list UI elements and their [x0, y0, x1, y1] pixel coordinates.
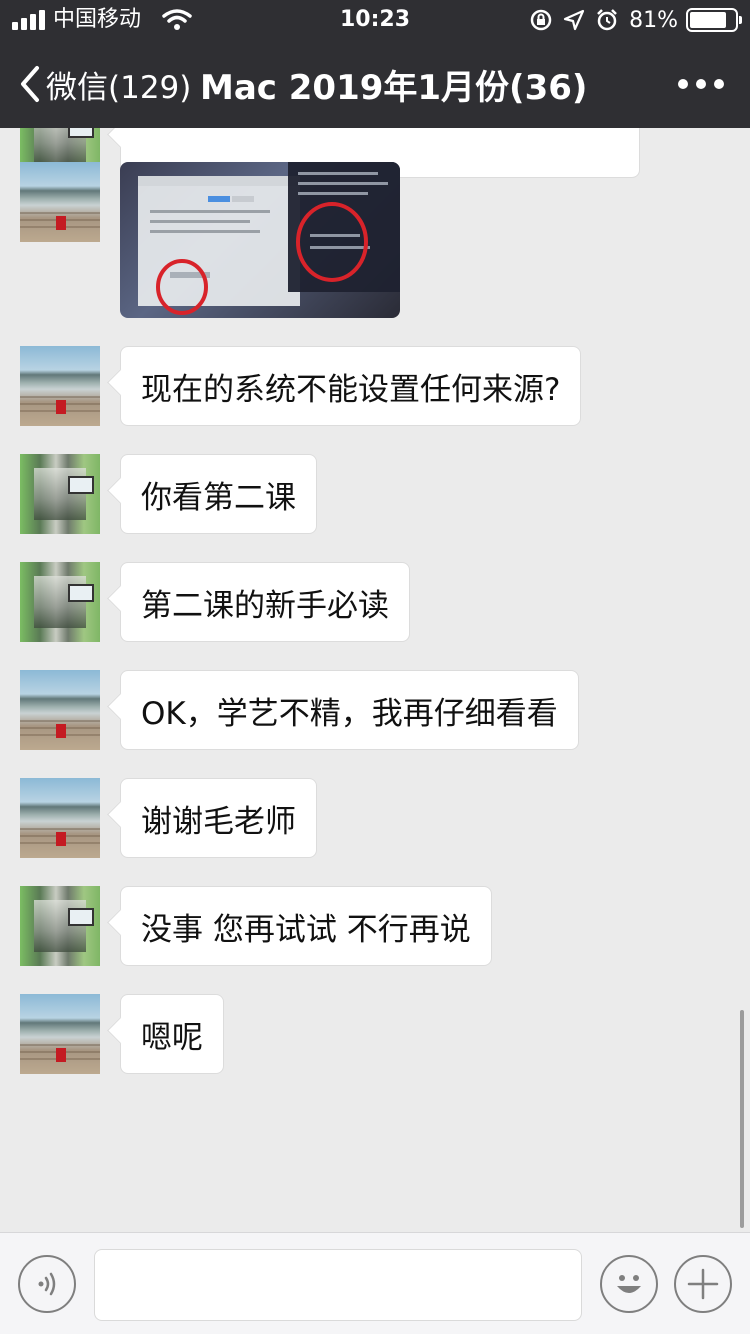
- message-input[interactable]: [94, 1249, 582, 1321]
- avatar[interactable]: [20, 162, 100, 242]
- message-bubble[interactable]: 没事 您再试试 不行再说: [120, 886, 492, 966]
- scrollbar[interactable]: [740, 1010, 744, 1228]
- message-bubble[interactable]: 第二课的新手必读: [120, 562, 410, 642]
- alarm-icon: [597, 9, 617, 31]
- location-icon: [563, 9, 585, 31]
- more-functions-button[interactable]: [674, 1255, 732, 1313]
- chat-title: Mac 2019年1月份(36): [200, 68, 588, 108]
- message: 谢谢毛老师: [20, 778, 317, 858]
- emoji-button[interactable]: [600, 1255, 658, 1313]
- status-bar: 中国移动 10:23 81%: [0, 0, 750, 40]
- photo-content: [138, 162, 400, 315]
- emoji-icon: [617, 1275, 641, 1293]
- wechat-chat-screen: 现在的系统不能设置任何来源? 你看第二课 第二课的新手必读 OK，学艺不精，我再…: [0, 0, 750, 1334]
- battery-percent: 81%: [629, 7, 678, 33]
- message-bubble[interactable]: 谢谢毛老师: [120, 778, 317, 858]
- avatar[interactable]: [20, 778, 100, 858]
- message-bubble[interactable]: OK，学艺不精，我再仔细看看: [120, 670, 579, 750]
- more-options-button[interactable]: [678, 76, 724, 92]
- message-image: [20, 162, 400, 318]
- message: 没事 您再试试 不行再说: [20, 886, 492, 966]
- plus-icon: [687, 1268, 719, 1300]
- message-list[interactable]: 现在的系统不能设置任何来源? 你看第二课 第二课的新手必读 OK，学艺不精，我再…: [0, 0, 750, 1232]
- status-icons: 81%: [529, 6, 742, 34]
- message: 嗯呢: [20, 994, 224, 1074]
- message: 你看第二课: [20, 454, 317, 534]
- battery-level: [690, 12, 726, 28]
- more-dot-icon: [696, 79, 706, 89]
- rotation-lock-icon: [530, 9, 552, 31]
- avatar[interactable]: [20, 346, 100, 426]
- message-bubble[interactable]: 你看第二课: [120, 454, 317, 534]
- voice-button[interactable]: [18, 1255, 76, 1313]
- nav-bar: 微信(129) Mac 2019年1月份(36): [0, 40, 750, 128]
- back-button[interactable]: 微信(129): [18, 62, 191, 106]
- message-bubble[interactable]: 嗯呢: [120, 994, 224, 1074]
- input-bar: [0, 1232, 750, 1334]
- message: OK，学艺不精，我再仔细看看: [20, 670, 579, 750]
- header: 中国移动 10:23 81% 微信(129) Mac 2019年1月份(36): [0, 0, 750, 128]
- avatar[interactable]: [20, 886, 100, 966]
- chevron-left-icon: [21, 66, 39, 102]
- more-dot-icon: [678, 79, 688, 89]
- voice-icon: [38, 1272, 56, 1296]
- avatar[interactable]: [20, 562, 100, 642]
- back-label: 微信(129): [46, 69, 192, 106]
- message: 现在的系统不能设置任何来源?: [20, 346, 582, 426]
- message-bubble[interactable]: 现在的系统不能设置任何来源?: [120, 346, 582, 426]
- more-dot-icon: [714, 79, 724, 89]
- avatar[interactable]: [20, 454, 100, 534]
- avatar[interactable]: [20, 994, 100, 1074]
- screenshot-photo[interactable]: [120, 162, 400, 318]
- message: 第二课的新手必读: [20, 562, 410, 642]
- battery-icon: [686, 8, 742, 32]
- avatar[interactable]: [20, 670, 100, 750]
